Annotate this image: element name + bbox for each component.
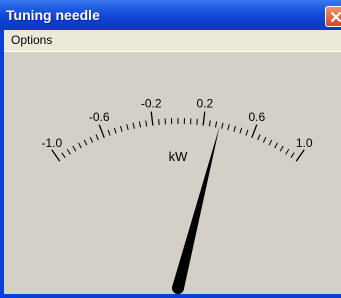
menu-options[interactable]: Options (8, 33, 55, 47)
minor-tick (262, 136, 267, 143)
close-button[interactable] (325, 6, 341, 27)
minor-tick (145, 120, 148, 127)
minor-tick (233, 125, 236, 132)
app-window: Tuning needle Options -1.0 -0.6 -0.2 0.2 0.6… (0, 0, 341, 298)
needle-hub (172, 282, 184, 294)
tick-label: 0.6 (248, 110, 265, 124)
minor-tick (158, 118, 160, 125)
major-tick (51, 149, 61, 162)
close-icon (330, 11, 341, 23)
tick-label: 0.2 (196, 97, 213, 111)
minor-tick (279, 145, 284, 152)
minor-tick (83, 139, 88, 146)
client-area: Options -1.0 -0.6 -0.2 0.2 0.6 1.0 kW (4, 30, 341, 294)
minor-tick (138, 121, 141, 128)
window-bottom-border (0, 294, 341, 298)
meter-tick-labels: -1.0 -0.6 -0.2 0.2 0.6 1.0 (41, 97, 312, 151)
minor-tick (245, 129, 249, 136)
minor-tick (208, 120, 211, 127)
minor-tick (227, 124, 230, 131)
minor-tick (72, 145, 77, 152)
major-tick (251, 124, 258, 138)
minor-tick (268, 139, 273, 146)
unit-label: kW (169, 149, 189, 164)
minor-tick (66, 148, 71, 155)
title-bar[interactable]: Tuning needle (0, 0, 341, 30)
minor-tick (107, 129, 111, 136)
minor-tick (274, 142, 278, 149)
major-tick (150, 111, 154, 126)
minor-tick (290, 152, 295, 158)
minor-tick (120, 125, 123, 132)
minor-tick (215, 121, 218, 128)
tick-label: -1.0 (41, 136, 62, 150)
major-tick (295, 149, 305, 162)
tick-label: 1.0 (296, 136, 313, 150)
minor-tick (95, 134, 99, 141)
tick-label: -0.6 (89, 110, 110, 124)
minor-tick (113, 127, 117, 134)
minor-tick (78, 142, 82, 149)
minor-tick (239, 127, 243, 134)
tuning-meter: -1.0 -0.6 -0.2 0.2 0.6 1.0 kW (41, 97, 313, 294)
menu-bar: Options (4, 30, 341, 51)
minor-tick (221, 122, 224, 129)
major-tick (98, 124, 105, 138)
tick-label: -0.2 (141, 97, 162, 111)
minor-tick (196, 118, 198, 125)
minor-tick (89, 136, 94, 143)
minor-tick (257, 134, 261, 141)
minor-tick (126, 124, 129, 131)
window-title: Tuning needle (6, 7, 100, 23)
minor-tick (61, 152, 66, 158)
minor-tick (132, 122, 135, 129)
minor-tick (285, 148, 290, 155)
major-tick (202, 111, 206, 126)
